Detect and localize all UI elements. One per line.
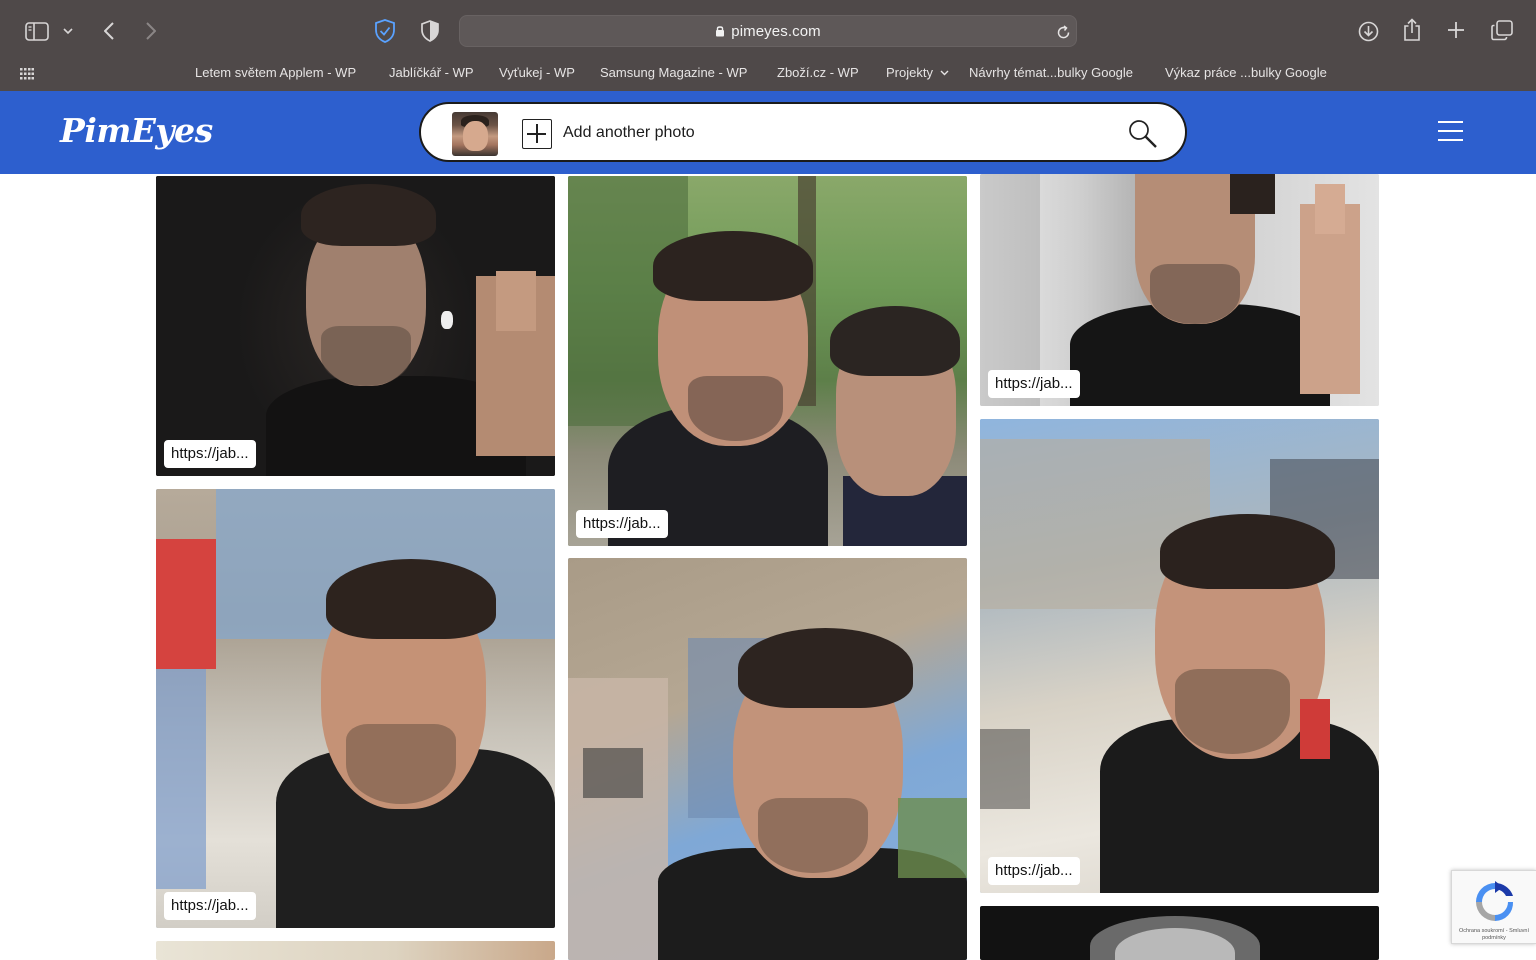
uploaded-photo-thumbnail[interactable] xyxy=(452,112,498,156)
back-icon[interactable] xyxy=(100,20,118,42)
bookmark-item[interactable]: Vyťukej - WP xyxy=(499,65,575,80)
result-url-chip[interactable]: https://jab... xyxy=(164,440,256,468)
privacy-shield-icon[interactable] xyxy=(418,18,442,44)
download-icon[interactable] xyxy=(1356,19,1380,43)
bookmark-item[interactable]: Výkaz práce ...bulky Google xyxy=(1165,65,1327,80)
recaptcha-icon xyxy=(1476,881,1514,921)
bookmark-folder-projekty[interactable]: Projekty xyxy=(886,65,949,80)
add-photo-icon[interactable] xyxy=(522,119,552,149)
result-card[interactable]: https://jab... xyxy=(980,174,1379,406)
bookmark-item[interactable]: Samsung Magazine - WP xyxy=(600,65,747,80)
chevron-down-icon xyxy=(940,70,949,76)
address-url: pimeyes.com xyxy=(731,23,821,40)
new-tab-icon[interactable] xyxy=(1445,19,1467,41)
browser-toolbar: pimeyes.com xyxy=(0,0,1536,60)
address-bar[interactable]: pimeyes.com xyxy=(459,15,1077,47)
bookmark-folder-label: Projekty xyxy=(886,65,933,80)
result-url-chip[interactable]: https://jab... xyxy=(164,892,256,920)
result-card[interactable]: https://jab... xyxy=(568,176,967,546)
shield-check-icon[interactable] xyxy=(372,18,398,44)
result-url-chip[interactable]: https://jab... xyxy=(576,510,668,538)
hamburger-menu-icon[interactable] xyxy=(1438,119,1464,145)
chevron-down-icon[interactable] xyxy=(60,24,76,38)
result-card[interactable] xyxy=(156,941,555,960)
result-card[interactable] xyxy=(980,906,1379,960)
result-card[interactable]: https://jab... xyxy=(156,176,555,476)
forward-icon[interactable] xyxy=(142,20,160,42)
result-card[interactable] xyxy=(568,558,967,960)
result-url-chip[interactable]: https://jab... xyxy=(988,857,1080,885)
pimeyes-logo[interactable]: PimEyes xyxy=(60,111,213,150)
lock-icon xyxy=(716,26,725,37)
recaptcha-badge[interactable]: Ochrana soukromí - Smluvní podmínky xyxy=(1451,870,1536,944)
recaptcha-links[interactable]: Ochrana soukromí - Smluvní podmínky xyxy=(1454,928,1534,942)
bookmark-item[interactable]: Zboží.cz - WP xyxy=(777,65,859,80)
address-text: pimeyes.com xyxy=(460,23,1076,40)
sidebar-toggle-icon[interactable] xyxy=(24,20,50,42)
add-photo-label[interactable]: Add another photo xyxy=(563,124,695,142)
bookmark-item[interactable]: Návrhy témat...bulky Google xyxy=(969,65,1133,80)
result-url-chip[interactable]: https://jab... xyxy=(988,370,1080,398)
bookmark-item[interactable]: Jablíčkář - WP xyxy=(389,65,474,80)
site-header: PimEyes Add another photo xyxy=(0,91,1536,174)
bookmark-item[interactable]: Letem světem Applem - WP xyxy=(195,65,356,80)
tab-overview-icon[interactable] xyxy=(1489,18,1515,42)
result-card[interactable]: https://jab... xyxy=(980,419,1379,893)
result-card[interactable]: https://jab... xyxy=(156,489,555,928)
search-bar[interactable]: Add another photo xyxy=(419,102,1187,162)
reload-icon[interactable] xyxy=(1054,23,1072,41)
apps-grid-icon[interactable] xyxy=(19,66,35,82)
search-icon[interactable] xyxy=(1127,118,1159,150)
share-icon[interactable] xyxy=(1401,17,1423,43)
